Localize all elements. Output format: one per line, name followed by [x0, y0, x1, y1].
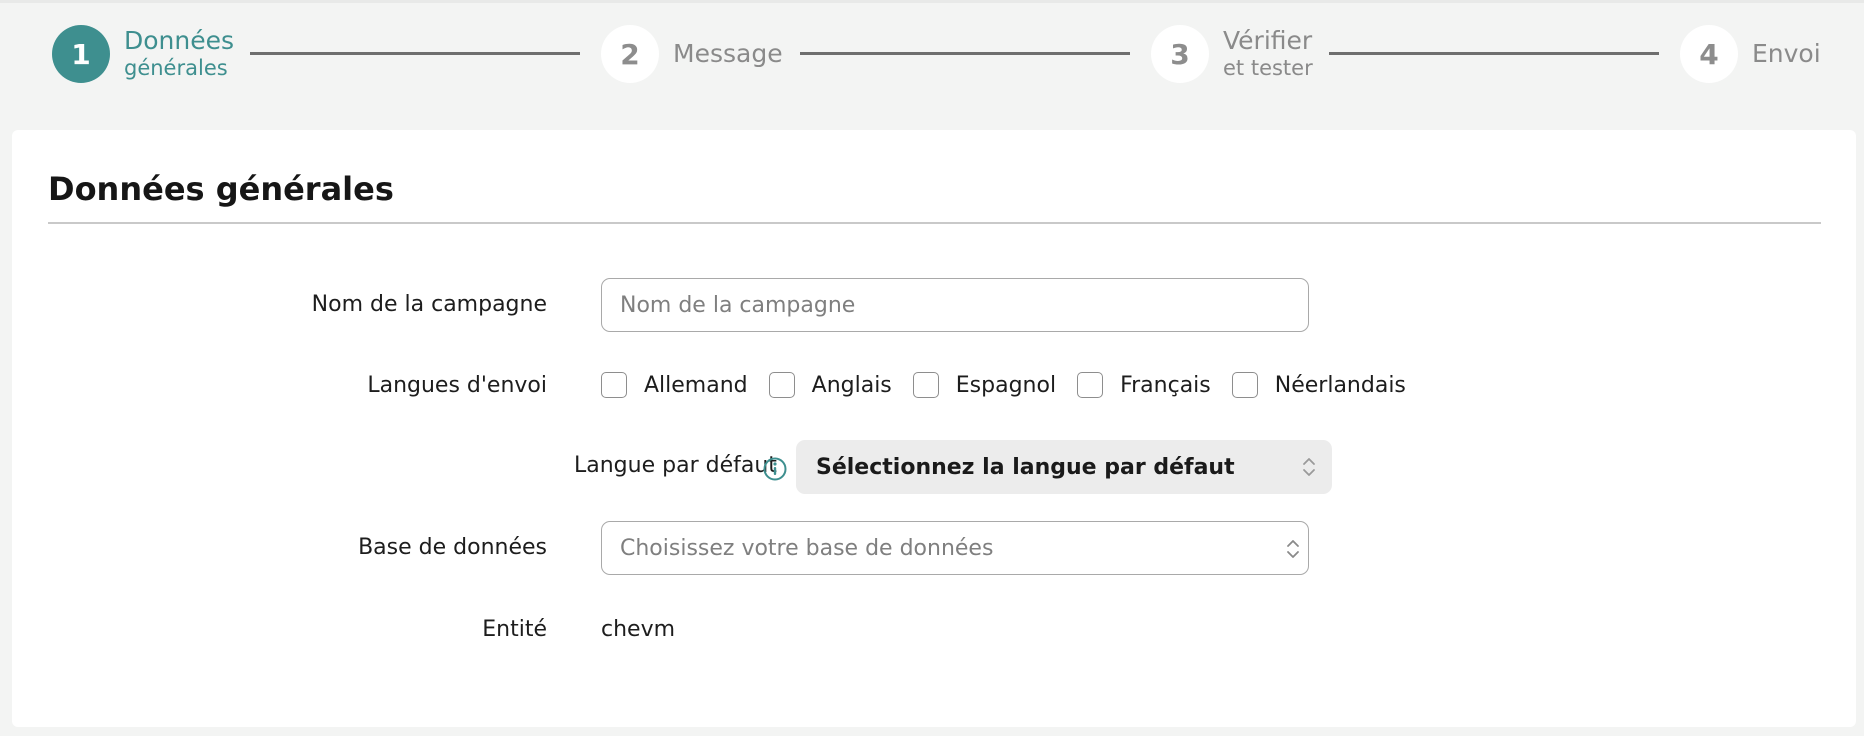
chevron-up-down-icon	[1287, 540, 1299, 558]
checkbox[interactable]	[1231, 372, 1258, 398]
section-title: Données générales	[48, 170, 394, 208]
language-option-anglais[interactable]: Anglais	[768, 372, 892, 398]
language-option-neerlandais[interactable]: Néerlandais	[1231, 372, 1406, 398]
step-4-circle[interactable]: 4	[1680, 25, 1738, 83]
step-connector-3	[1329, 52, 1659, 55]
checkbox-label: Espagnol	[955, 372, 1057, 398]
step-4-label[interactable]: Envoi	[1752, 40, 1821, 68]
general-data-card: Données générales Nom de la campagne Lan…	[12, 130, 1856, 727]
checkbox-label: Français	[1120, 372, 1211, 398]
default-language-selected: Sélectionnez la langue par défaut	[816, 454, 1235, 480]
step-1-sublabel: générales	[124, 56, 228, 80]
database-selected: Choisissez votre base de données	[620, 535, 994, 561]
database-select[interactable]: Choisissez votre base de données	[601, 521, 1309, 575]
checkbox-label: Néerlandais	[1274, 372, 1406, 398]
default-language-select[interactable]: Sélectionnez la langue par défaut	[796, 440, 1332, 494]
step-1-circle[interactable]: 1	[52, 25, 110, 83]
campaign-name-label: Nom de la campagne	[311, 292, 547, 317]
progress-stepper: 1 Données générales 2 Message 3 Vérifier…	[0, 0, 1864, 110]
default-language-label: Langue par défaut	[574, 453, 777, 478]
database-label: Base de données	[358, 535, 547, 560]
language-option-allemand[interactable]: Allemand	[601, 372, 748, 398]
checkbox[interactable]	[601, 372, 627, 398]
checkbox[interactable]	[768, 372, 795, 398]
campaign-name-input[interactable]	[601, 278, 1309, 332]
checkbox[interactable]	[912, 372, 939, 398]
info-circle-icon[interactable]	[762, 456, 788, 482]
step-1-label[interactable]: Données	[124, 27, 234, 55]
languages-label: Langues d'envoi	[367, 373, 547, 398]
entity-value: chevm	[601, 617, 676, 642]
checkbox[interactable]	[1077, 372, 1104, 398]
step-3-sublabel: et tester	[1223, 56, 1313, 80]
checkbox-label: Allemand	[644, 372, 748, 398]
chevron-up-down-icon	[1303, 458, 1315, 476]
step-3-circle[interactable]: 3	[1151, 25, 1209, 83]
languages-checkbox-group: Allemand Anglais Espagnol Français Néerl…	[601, 370, 1427, 400]
step-2-label[interactable]: Message	[673, 40, 783, 68]
language-option-francais[interactable]: Français	[1077, 372, 1211, 398]
checkbox-label: Anglais	[811, 372, 892, 398]
step-connector-2	[800, 52, 1130, 55]
language-option-espagnol[interactable]: Espagnol	[912, 372, 1057, 398]
step-3-label[interactable]: Vérifier	[1223, 27, 1312, 55]
step-connector-1	[250, 52, 580, 55]
section-divider	[48, 222, 1821, 224]
entity-label: Entité	[482, 617, 547, 642]
step-2-circle[interactable]: 2	[601, 25, 659, 83]
